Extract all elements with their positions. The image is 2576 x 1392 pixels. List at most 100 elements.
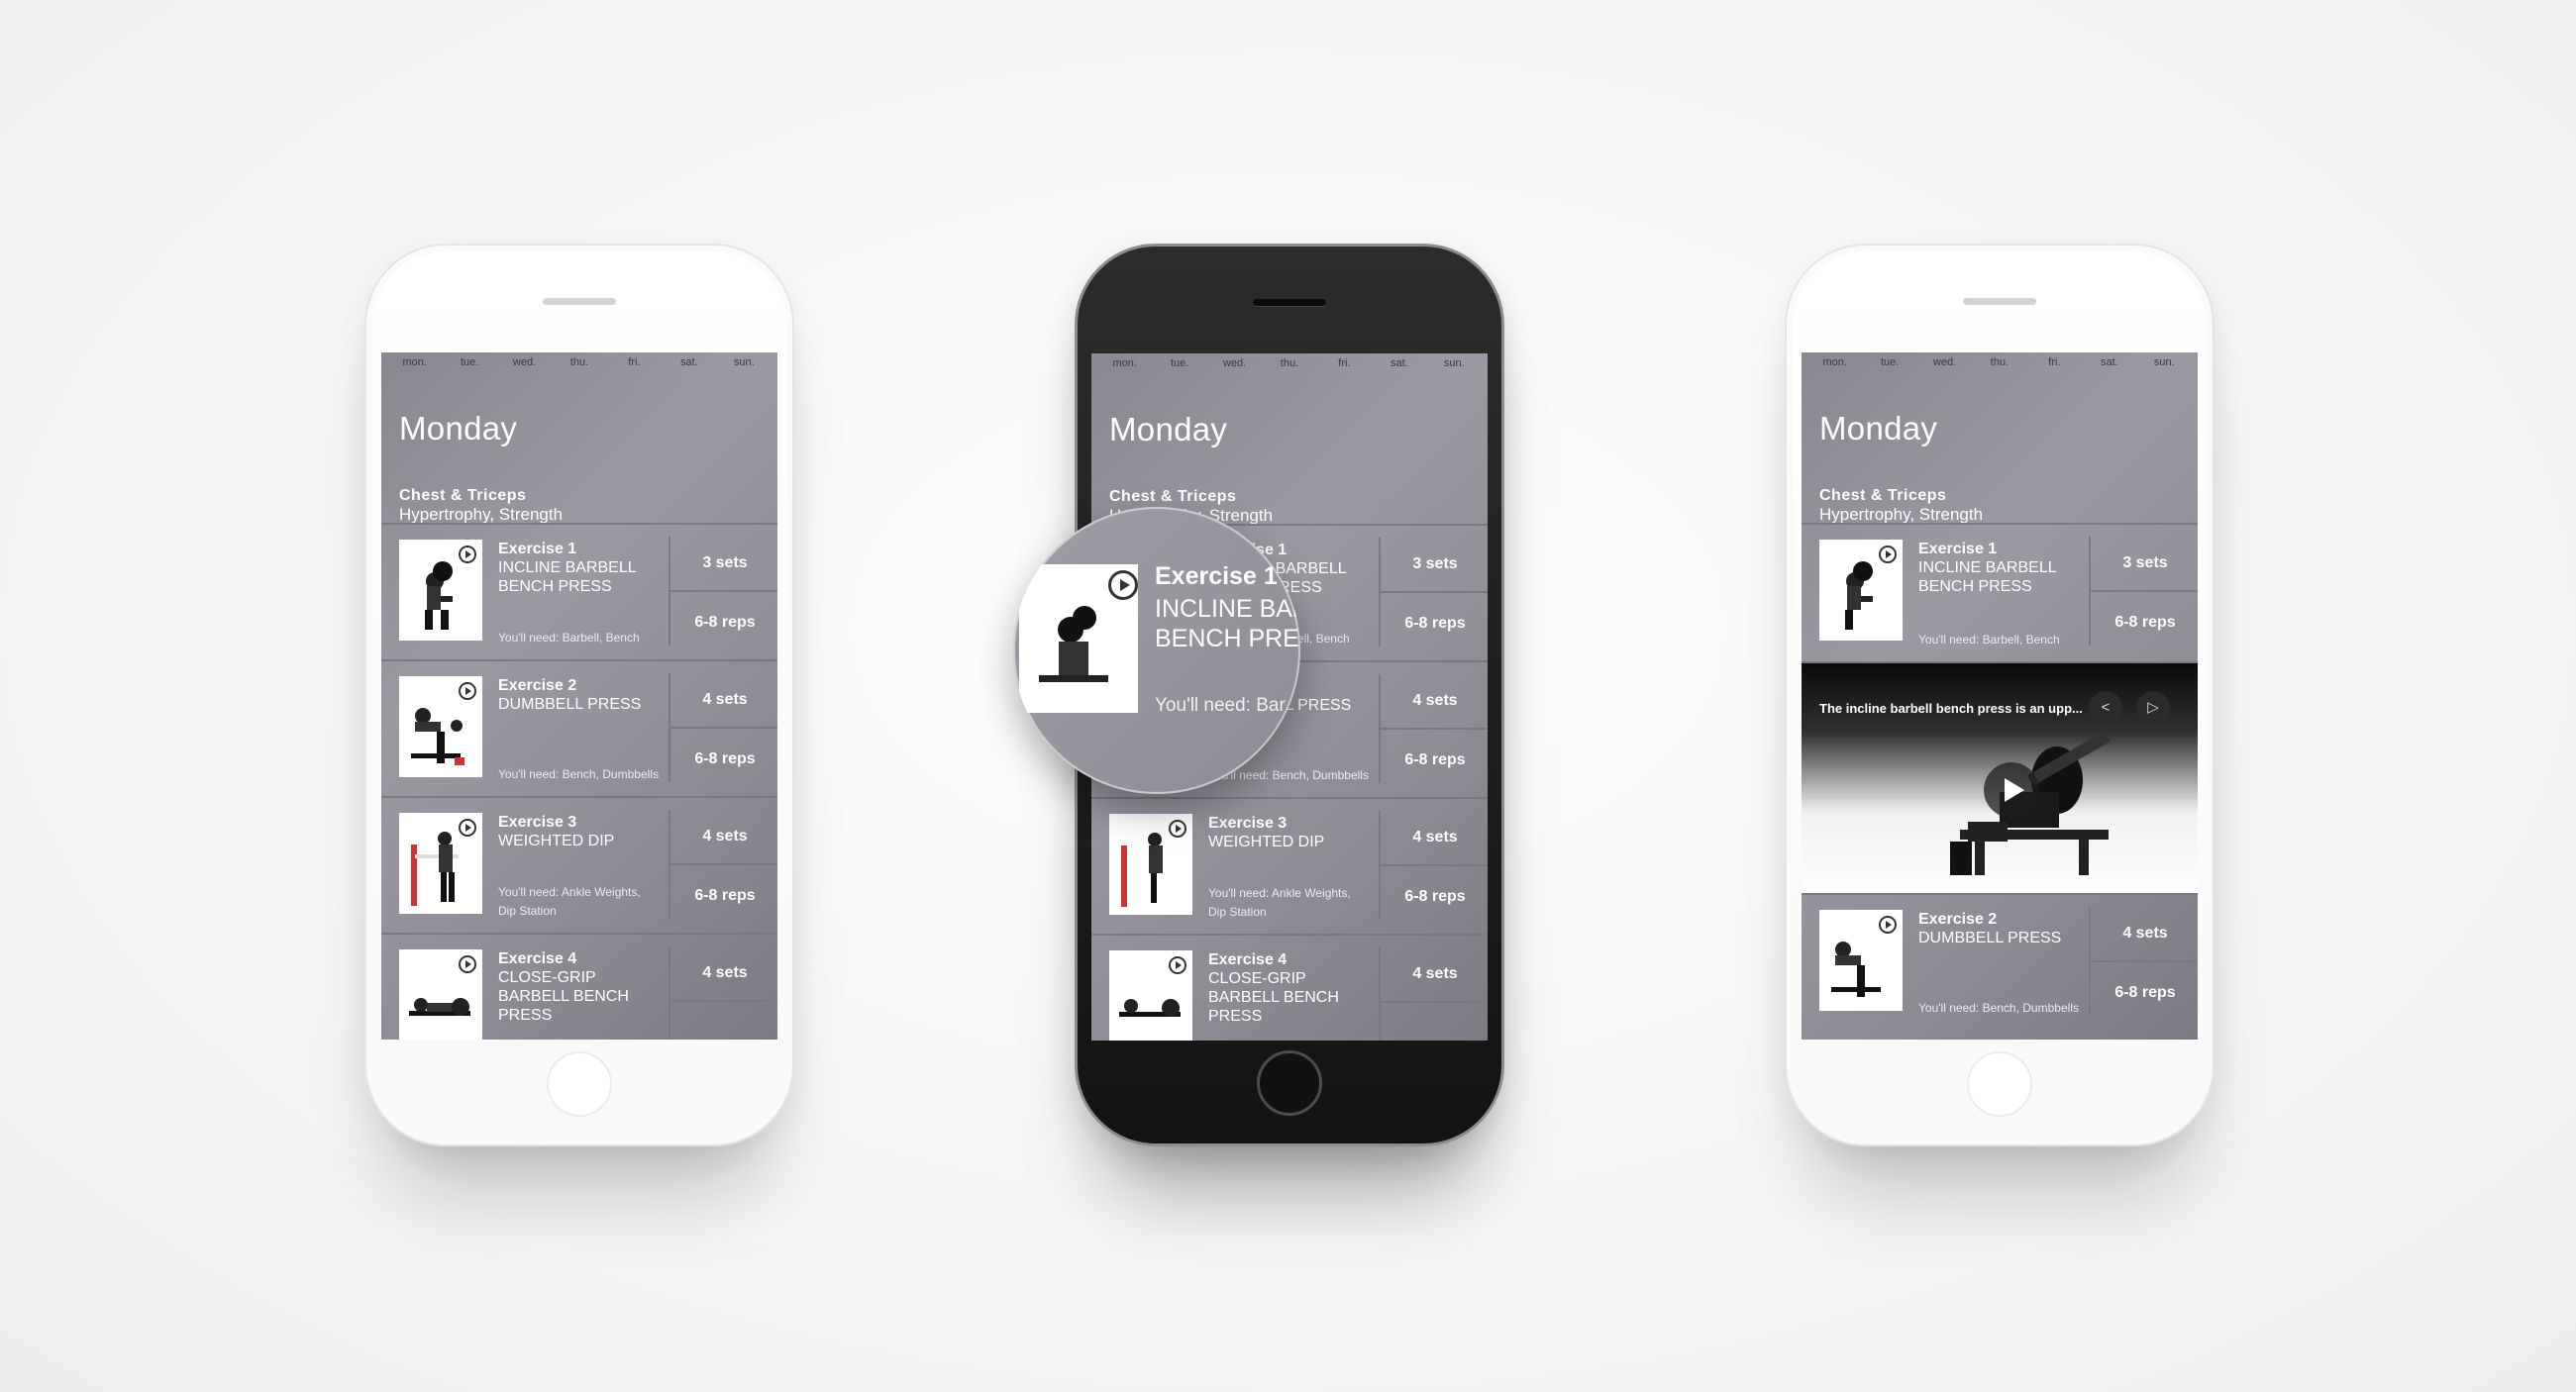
day-tab-sun[interactable]: sun. [2137,356,2192,368]
app-screen: mon. tue. wed. thu. fri. sat. sun. Monda… [381,352,777,1040]
weekday-bar: mon. tue. wed. thu. fri. sat. sun. [1091,353,1488,373]
exercise-thumbnail[interactable] [399,949,482,1040]
exercise-info: Exercise 1 INCLINE BARBELL BENCH PRESS [498,541,667,596]
weekday-bar: mon. tue. wed. thu. fri. sat. sun. [1802,352,2198,372]
workout-type: Hypertrophy, Strength [399,505,564,524]
exercise-stats: 4 sets 6-8 reps [669,810,777,919]
day-tab-sun[interactable]: sun. [1427,357,1482,369]
exercise-row[interactable]: Exercise 2 DUMBBELL PRESS You'll need: B… [1802,893,2198,1030]
exercise-number: Exercise 3 [498,814,577,831]
home-button[interactable] [1257,1050,1322,1116]
magnifier-lens: Exercise 1 INCLINE BAR BENCH PRES You'll… [1013,507,1300,794]
exercise-stats: 3 sets 6-8 reps [669,537,777,646]
exercise-stats: 4 sets 6-8 reps [1379,811,1488,920]
exercise-info: Exercise 4 CLOSE-GRIP BARBELL BENCH PRES… [498,950,667,1025]
workout-name: Chest & Triceps [1109,488,1237,505]
day-tab-sat[interactable]: sat. [1372,357,1426,369]
exercise-stats: 4 sets [669,946,777,1040]
day-tab-thu[interactable]: thu. [552,356,606,368]
workout-header: Chest & Triceps Hypertrophy, Strength [381,455,777,524]
exercise-name: WEIGHTED DIP [498,833,615,849]
exercise-info: Exercise 2 DUMBBELL PRESS [498,677,667,714]
home-button[interactable] [547,1051,612,1117]
play-video-icon[interactable] [459,546,476,563]
day-title: Monday [399,410,518,447]
exercise-thumbnail[interactable] [1819,910,1903,1011]
exercise-name-zoomed: INCLINE BAR BENCH PRES [1155,594,1300,653]
day-tab-fri[interactable]: fri. [2027,356,2082,368]
reps-count: 6-8 reps [1404,751,1466,768]
play-video-icon[interactable] [1879,546,1897,563]
exercise-number: Exercise 2 [498,677,577,694]
sets-count: 4 sets [1381,674,1488,730]
exercise-name: WEIGHTED DIP [1208,834,1325,850]
exercise-name: CLOSE-GRIP BARBELL BENCH PRESS [1208,970,1339,1025]
sets-count: 4 sets [670,946,777,1002]
exercise-name: INCLINE BARBELL BENCH PRESS [498,559,637,595]
day-tab-sat[interactable]: sat. [662,356,716,368]
day-tab-wed[interactable]: wed. [497,356,552,368]
workout-name: Chest & Triceps [1819,487,1947,504]
exercise-info: Exercise 3 WEIGHTED DIP [498,814,667,850]
equipment-needed: You'll need: Bench, Dumbbells [1918,1001,2079,1015]
reps-count: 6-8 reps [1404,615,1466,632]
sets-count: 4 sets [670,810,777,865]
exercise-stats: 4 sets 6-8 reps [669,673,777,782]
exercise-number: Exercise 2 [1918,911,1998,928]
reps-count: 6-8 reps [694,887,756,904]
exercise-name-line: BENCH PRES [1155,625,1300,652]
exercise-row[interactable]: Exercise 3 WEIGHTED DIP You'll need: Ank… [381,796,777,933]
exercise-thumbnail[interactable] [1819,540,1903,641]
equipment-needed: You'll need: Bench, Dumbbells [498,767,659,781]
play-video-icon[interactable] [1169,956,1186,974]
exercise-thumbnail[interactable] [1109,814,1192,915]
exercise-row[interactable]: Exercise 1 INCLINE BARBELL BENCH PRESS Y… [1802,523,2198,661]
day-tab-mon[interactable]: mon. [1807,356,1862,368]
day-tab-thu[interactable]: thu. [1972,356,2026,368]
play-video-icon[interactable] [459,955,476,973]
video-play-button[interactable] [1984,762,2039,818]
day-tab-fri[interactable]: fri. [607,356,662,368]
play-video-icon[interactable] [1169,820,1186,838]
day-tab-mon[interactable]: mon. [1097,357,1152,369]
day-tab-tue[interactable]: tue. [1152,357,1206,369]
workout-header: Chest & Triceps Hypertrophy, Strength [1802,455,2198,524]
exercise-row[interactable]: Exercise 4 CLOSE-GRIP BARBELL BENCH PRES… [1091,934,1488,1041]
sets-count: 4 sets [670,673,777,729]
exercise-name: INCLINE BARBELL BENCH PRESS [1918,559,2057,595]
equipment-needed: You'll need: Ankle Weights, Dip Station [498,885,641,918]
reps-count: 6-8 reps [694,750,756,767]
day-tab-fri[interactable]: fri. [1317,357,1372,369]
day-tab-sat[interactable]: sat. [2082,356,2136,368]
sets-count: 3 sets [2091,537,2198,592]
day-tab-mon[interactable]: mon. [387,356,442,368]
day-tab-tue[interactable]: tue. [1862,356,1916,368]
day-tab-wed[interactable]: wed. [1207,357,1262,369]
day-tab-tue[interactable]: tue. [442,356,496,368]
exercise-name: DUMBBELL PRESS [1918,930,2062,946]
home-button[interactable] [1967,1051,2032,1117]
exercise-row[interactable]: Exercise 4 CLOSE-GRIP BARBELL BENCH PRES… [381,933,777,1040]
sets-count: 3 sets [1381,538,1488,593]
play-video-icon[interactable] [459,682,476,700]
exercise-row[interactable]: Exercise 3 WEIGHTED DIP You'll need: Ank… [1091,797,1488,934]
exercise-thumbnail[interactable] [399,540,482,641]
exercise-row[interactable]: Exercise 2 DUMBBELL PRESS You'll need: B… [381,659,777,796]
exercise-number: Exercise 1 [1918,541,1998,557]
sets-count: 3 sets [670,537,777,592]
speaker [543,298,616,305]
play-video-icon[interactable] [1879,916,1897,934]
exercise-row[interactable]: Exercise 1 INCLINE BARBELL BENCH PRESS Y… [381,523,777,659]
exercise-thumbnail[interactable] [399,813,482,914]
exercise-thumbnail[interactable] [399,676,482,777]
reps-count: 6-8 reps [2114,984,2176,1001]
play-video-icon[interactable] [459,819,476,837]
video-player[interactable]: The incline barbell bench press is an up… [1802,661,2198,893]
day-tab-sun[interactable]: sun. [717,356,772,368]
exercise-number: Exercise 1 [498,541,577,557]
reps-count: 6-8 reps [2114,614,2176,631]
exercise-thumbnail[interactable] [1109,950,1192,1041]
day-tab-thu[interactable]: thu. [1262,357,1316,369]
day-tab-wed[interactable]: wed. [1917,356,1972,368]
workout-name: Chest & Triceps [399,487,527,504]
